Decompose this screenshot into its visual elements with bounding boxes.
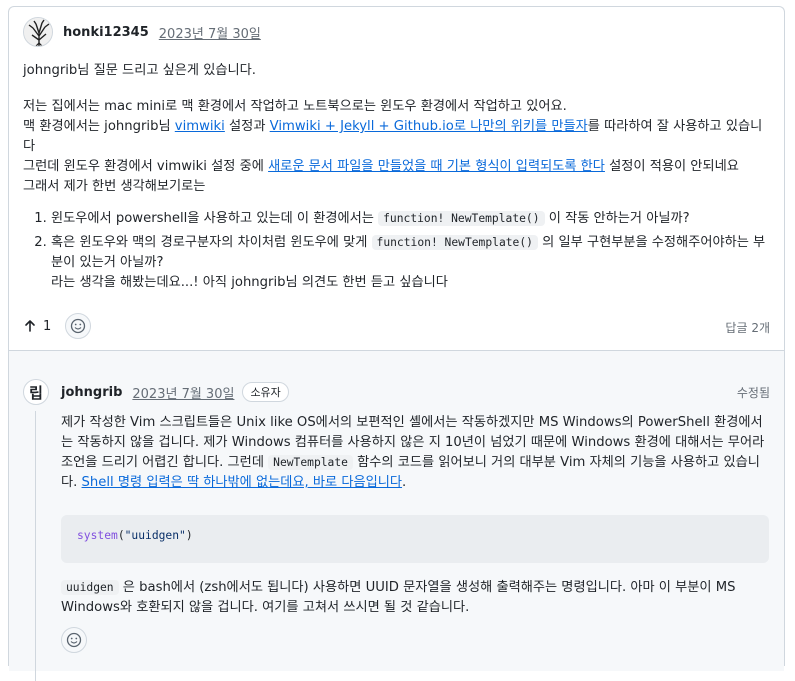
post-body: johngrib님 질문 드리고 싶은게 있습니다. 저는 집에서는 mac m…: [23, 61, 773, 297]
post-line: 저는 집에서는 mac mini로 맥 환경에서 작업하고 노트북으로는 윈도우…: [23, 99, 567, 114]
post-date[interactable]: 2023년 7월 30일: [159, 23, 261, 42]
reply-date[interactable]: 2023년 7월 30일: [132, 383, 234, 402]
discussion-card: honki12345 2023년 7월 30일 johngrib님 질문 드리고…: [8, 6, 785, 681]
list-item: 윈도우에서 powershell을 사용하고 있는데 이 환경에서는 funct…: [51, 209, 773, 229]
text: 설정과: [224, 119, 270, 134]
inline-code: uuidgen: [61, 580, 119, 595]
post-actions: 1: [23, 313, 92, 339]
inline-code: function! NewTemplate(): [371, 235, 538, 250]
reply-paragraph: 제가 작성한 Vim 스크립트들은 Unix like OS에서의 보편적인 셸…: [61, 413, 771, 493]
code-function: system: [77, 529, 118, 542]
post-line: 그래서 제가 한번 생각해보기로는: [23, 179, 206, 194]
post-author[interactable]: honki12345: [63, 25, 149, 40]
post-line: 그런데 윈도우 환경에서 vimwiki 설정 중에 새로운 문서 파일을 만들…: [23, 157, 773, 177]
reply-section: 립 johngrib 2023년 7월 30일 소유자 수정됨 제가 작성한 V…: [9, 350, 784, 681]
smiley-icon: [71, 318, 86, 334]
post-line: 맥 환경에서는 johngrib님 vimwiki 설정과 Vimwiki + …: [23, 117, 773, 157]
new-template-link[interactable]: 새로운 문서 파일을 만들었을 때 기본 형식이 입력되도록 한다: [268, 159, 605, 174]
reply-count[interactable]: 답글 2개: [725, 319, 770, 336]
reply-reaction-area: [61, 627, 87, 653]
code-string: "uuidgen": [124, 529, 186, 542]
vimwiki-jekyll-link[interactable]: Vimwiki + Jekyll + Github.io로 나만의 위키를 만들…: [270, 119, 588, 134]
inline-code: NewTemplate: [268, 455, 353, 470]
owner-badge: 소유자: [242, 382, 289, 402]
text: .: [402, 475, 407, 490]
text: 맥 환경에서는 johngrib님: [23, 119, 175, 134]
text: 그런데 윈도우 환경에서 vimwiki 설정 중에: [23, 159, 269, 174]
author-avatar[interactable]: [23, 17, 53, 47]
shell-command-link[interactable]: Shell 명령 입력은 딱 하나밖에 없는데요, 바로 다음입니다: [82, 475, 403, 490]
tree-avatar-icon: [24, 18, 52, 46]
thread-line: [35, 411, 36, 681]
text: 라는 생각을 해봤는데요...! 아직 johngrib님 의견도 한번 듣고 …: [51, 275, 448, 290]
reply-avatar[interactable]: 립: [23, 379, 49, 405]
upvote-button[interactable]: 1: [23, 319, 51, 334]
add-reaction-button[interactable]: [61, 627, 87, 653]
inline-code: function! NewTemplate(): [378, 211, 545, 226]
post-line: johngrib님 질문 드리고 싶은게 있습니다.: [23, 63, 256, 78]
reply-header: johngrib 2023년 7월 30일 소유자: [61, 381, 289, 403]
post-header: honki12345 2023년 7월 30일: [23, 17, 261, 47]
text: 혹은 윈도우와 맥의 경로구분자의 차이처럼 윈도우에 맞게: [51, 235, 372, 250]
code-paren: (: [117, 529, 125, 542]
text: 이 작동 안하는거 아닐까?: [544, 211, 690, 226]
list-item: 혹은 윈도우와 맥의 경로구분자의 차이처럼 윈도우에 맞게 function!…: [51, 233, 773, 293]
reply-body-2: uuidgen 은 bash에서 (zsh에서도 됩니다) 사용하면 UUID …: [61, 578, 771, 618]
reply-body: 제가 작성한 Vim 스크립트들은 Unix like OS에서의 보편적인 셸…: [61, 413, 771, 493]
text: 설정이 적용이 안되네요: [604, 159, 739, 174]
smiley-icon: [66, 632, 82, 648]
edited-label[interactable]: 수정됨: [737, 384, 770, 401]
code-block: system("uuidgen"): [61, 515, 769, 563]
text: 윈도우에서 powershell을 사용하고 있는데 이 환경에서는: [51, 211, 379, 226]
post-list: 윈도우에서 powershell을 사용하고 있는데 이 환경에서는 funct…: [23, 209, 773, 293]
add-reaction-button[interactable]: [65, 313, 92, 339]
reply-author[interactable]: johngrib: [61, 385, 122, 400]
text: 은 bash에서 (zsh에서도 됩니다) 사용하면 UUID 문자열을 생성해…: [61, 580, 736, 615]
vimwiki-link[interactable]: vimwiki: [175, 119, 225, 134]
arrow-up-icon: [25, 320, 35, 332]
upvote-count: 1: [43, 318, 52, 334]
reply-paragraph: uuidgen 은 bash에서 (zsh에서도 됩니다) 사용하면 UUID …: [61, 578, 771, 618]
code-paren: ): [185, 529, 193, 542]
